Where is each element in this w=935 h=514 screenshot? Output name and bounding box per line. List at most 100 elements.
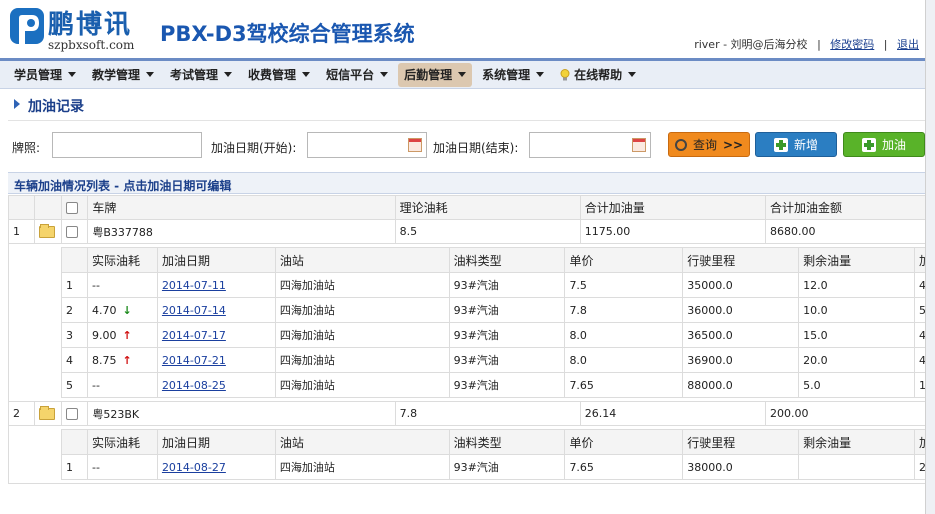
detail-col-header[interactable]: 行驶里程: [682, 429, 800, 455]
caret-right-icon: [14, 99, 20, 109]
remaining-fuel-cell: 20.0: [798, 347, 915, 373]
nav-item-system[interactable]: 系统管理: [476, 63, 550, 87]
detail-row: 实际油耗加油日期油站油料类型单价行驶里程剩余油量加1--2014-07-11四海…: [8, 243, 925, 402]
chevron-down-icon: [224, 72, 233, 77]
detail-header-row: 实际油耗加油日期油站油料类型单价行驶里程剩余油量加: [61, 429, 925, 455]
expand-folder[interactable]: [34, 219, 62, 244]
detail-row-item[interactable]: 1-- 2014-08-27 四海加油站93#汽油7.6538000.0 20: [61, 454, 925, 480]
vertical-scrollbar[interactable]: [925, 0, 935, 514]
detail-col-header[interactable]: 油站: [274, 429, 450, 455]
detail-col-header[interactable]: 加油日期: [156, 429, 276, 455]
refuel-date-cell: 2014-08-25: [156, 372, 276, 398]
detail-col-header[interactable]: 加油日期: [156, 247, 276, 273]
nav-item-sms[interactable]: 短信平台: [320, 63, 394, 87]
refuel-date-link[interactable]: 2014-07-17: [162, 329, 226, 342]
calendar-icon[interactable]: [408, 138, 422, 152]
total-amount-cell: 8680.00: [764, 219, 925, 244]
nav-item-fees[interactable]: 收费管理: [242, 63, 316, 87]
nav-item-help[interactable]: 在线帮助: [554, 63, 642, 87]
calendar-icon[interactable]: [632, 138, 646, 152]
logout-link[interactable]: 退出: [897, 38, 919, 51]
refuel-date-cell: 2014-07-17: [156, 322, 276, 348]
date-start-input[interactable]: [307, 132, 427, 158]
actual-consumption: --: [86, 454, 158, 480]
col-total-amount[interactable]: 合计加油金额: [764, 195, 925, 220]
station-cell: 四海加油站: [274, 454, 450, 480]
refuel-date-cell: 2014-08-27: [156, 454, 276, 480]
detail-index: 4: [61, 347, 88, 373]
remaining-fuel-cell: 15.0: [798, 322, 915, 348]
fuel-type-cell: 93#汽油: [448, 322, 566, 348]
detail-col-header[interactable]: 实际油耗: [86, 429, 158, 455]
nav-item-students[interactable]: 学员管理: [8, 63, 82, 87]
nav-item-exams[interactable]: 考试管理: [164, 63, 238, 87]
change-password-link[interactable]: 修改密码: [830, 38, 874, 51]
table-row[interactable]: 2 粤523BK 7.8 26.14 200.00: [7, 401, 925, 426]
chevron-down-icon: [146, 72, 155, 77]
fuel-type-cell: 93#汽油: [448, 347, 566, 373]
detail-col-header[interactable]: 加: [913, 429, 925, 455]
col-total-volume[interactable]: 合计加油量: [579, 195, 766, 220]
user-links: river - 刘明@后海分校 | 修改密码 | 退出: [694, 38, 919, 51]
chevron-down-icon: [458, 72, 467, 77]
logo-icon: [10, 8, 44, 44]
mileage-cell: 36900.0: [682, 347, 800, 373]
detail-col-header[interactable]: 行驶里程: [682, 247, 800, 273]
vehicle-table: 车牌 理论油耗 合计加油量 合计加油金额 1 粤B337788 8.5 1175.00…: [7, 195, 925, 484]
folder-icon: [39, 406, 56, 420]
detail-col-header[interactable]: 剩余油量: [798, 247, 915, 273]
plate-cell: 粤B337788: [87, 219, 396, 244]
add-button[interactable]: 新增: [755, 132, 837, 157]
search-bar: 牌照: 加油日期(开始): 加油日期(结束): 查询 >> 新增 加油: [8, 126, 925, 166]
expand-folder[interactable]: [34, 401, 62, 426]
logo-text: 鹏博讯: [48, 10, 133, 40]
row-checkbox[interactable]: [60, 401, 89, 426]
select-all-checkbox[interactable]: [60, 195, 89, 220]
detail-row-item[interactable]: 5-- 2014-08-25 四海加油站93#汽油7.6588000.05.010: [61, 372, 925, 398]
price-cell: 7.5: [564, 272, 684, 298]
price-cell: 8.0: [564, 347, 684, 373]
detail-col-header[interactable]: 油料类型: [448, 247, 566, 273]
detail-col-header[interactable]: 油料类型: [448, 429, 566, 455]
station-cell: 四海加油站: [274, 347, 450, 373]
refuel-date-link[interactable]: 2014-07-21: [162, 354, 226, 367]
detail-col-header[interactable]: 油站: [274, 247, 450, 273]
table-row[interactable]: 1 粤B337788 8.5 1175.00 8680.00: [7, 219, 925, 244]
amount-cell: 40: [913, 347, 925, 373]
detail-col-header[interactable]: 单价: [564, 429, 684, 455]
query-button[interactable]: 查询 >>: [668, 132, 750, 157]
detail-row-item[interactable]: 3 9.00 ↑ 2014-07-17 四海加油站 93#汽油 8.0 36500.0 15.0…: [61, 322, 925, 348]
arrow-up-icon: ↑: [122, 353, 132, 367]
plate-input[interactable]: [52, 132, 202, 158]
detail-col-header[interactable]: 实际油耗: [86, 247, 158, 273]
row-checkbox[interactable]: [60, 219, 89, 244]
fuel-button[interactable]: 加油: [843, 132, 925, 157]
remaining-fuel-cell: 12.0: [798, 272, 915, 298]
detail-index: 2: [61, 297, 88, 323]
detail-row-item[interactable]: 4 8.75 ↑ 2014-07-21 四海加油站 93#汽油 8.0 36900.0 20.0…: [61, 347, 925, 373]
refuel-date-link[interactable]: 2014-07-14: [162, 304, 226, 317]
detail-col-header[interactable]: 加: [913, 247, 925, 273]
date-end-input[interactable]: [529, 132, 651, 158]
system-title: PBX-D3驾校综合管理系统: [160, 22, 415, 46]
detail-col-header[interactable]: 单价: [564, 247, 684, 273]
nav-item-logistics[interactable]: 后勤管理: [398, 62, 473, 87]
detail-col-header[interactable]: 剩余油量: [798, 429, 915, 455]
user-info: river - 刘明@后海分校: [694, 38, 808, 51]
mileage-cell: 38000.0: [682, 454, 800, 480]
detail-row-item[interactable]: 1-- 2014-07-11 四海加油站93#汽油7.535000.012.045: [61, 272, 925, 298]
refuel-detail-table: 实际油耗加油日期油站油料类型单价行驶里程剩余油量加1--2014-08-27四海…: [61, 429, 925, 480]
mileage-cell: 36500.0: [682, 322, 800, 348]
app-header: 鹏博讯 szpbxsoft.com PBX-D3驾校综合管理系统 river -…: [0, 0, 925, 61]
detail-row-item[interactable]: 2 4.70 ↓ 2014-07-14 四海加油站 93#汽油 7.8 36000.0 10.0…: [61, 297, 925, 323]
col-theory[interactable]: 理论油耗: [394, 195, 581, 220]
refuel-date-link[interactable]: 2014-08-25: [162, 379, 226, 392]
refuel-date-link[interactable]: 2014-08-27: [162, 461, 226, 474]
nav-item-teaching[interactable]: 教学管理: [86, 63, 160, 87]
actual-consumption: 4.70 ↓: [86, 297, 158, 323]
mileage-cell: 35000.0: [682, 272, 800, 298]
col-plate[interactable]: 车牌: [87, 195, 396, 220]
remaining-fuel-cell: [798, 454, 915, 480]
row-index: 2: [7, 401, 36, 426]
refuel-date-link[interactable]: 2014-07-11: [162, 279, 226, 292]
